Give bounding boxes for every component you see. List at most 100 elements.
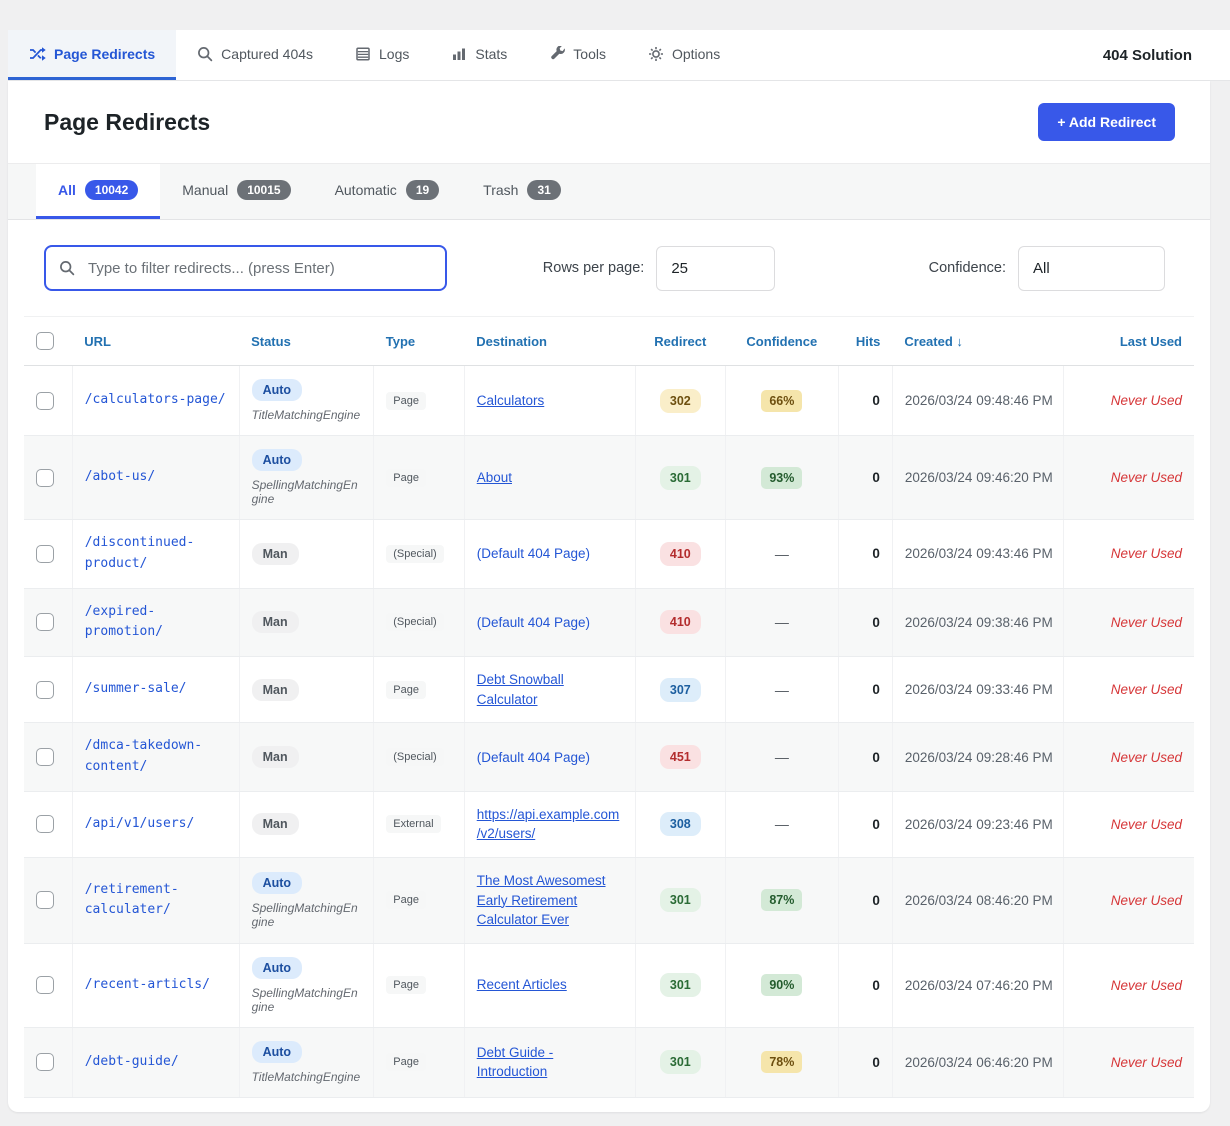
- type-badge: (Special): [386, 748, 443, 766]
- redirect-url-link[interactable]: /recent-articls/: [85, 977, 210, 992]
- url-cell: /calculators-page/: [72, 366, 239, 436]
- created-timestamp: 2026/03/24 09:46:20 PM: [905, 470, 1053, 485]
- add-redirect-button[interactable]: + Add Redirect: [1038, 103, 1175, 141]
- row-checkbox[interactable]: [36, 469, 54, 487]
- nav-tab-label: Stats: [475, 46, 507, 62]
- confidence-cell: 66%: [726, 366, 839, 436]
- created-timestamp: 2026/03/24 09:33:46 PM: [905, 682, 1053, 697]
- url-cell: /abot-us/: [72, 436, 239, 520]
- column-header-type[interactable]: Type: [374, 317, 464, 366]
- table-row: /api/v1/users/ManExternalhttps://api.exa…: [24, 791, 1194, 857]
- match-engine-label: SpellingMatchingEngine: [252, 478, 362, 506]
- confidence-empty: —: [775, 614, 789, 630]
- filter-tab-label: Trash: [483, 182, 518, 198]
- column-header-created[interactable]: Created ↓: [892, 317, 1063, 366]
- nav-tab-options[interactable]: Options: [627, 30, 741, 80]
- destination-cell: https://api.example.com/v2/users/: [464, 791, 635, 857]
- filter-tab-manual[interactable]: Manual10015: [160, 164, 312, 219]
- nav-tab-stats[interactable]: Stats: [430, 30, 528, 80]
- redirect-code-badge: 301: [660, 888, 701, 912]
- column-header-status[interactable]: Status: [239, 317, 374, 366]
- redirect-url-link[interactable]: /calculators-page/: [85, 392, 226, 407]
- created-cell: 2026/03/24 06:46:20 PM: [892, 1027, 1063, 1097]
- row-checkbox[interactable]: [36, 613, 54, 631]
- redirect-url-link[interactable]: /discontinued-product/: [85, 535, 195, 571]
- nav-tab-tools[interactable]: Tools: [528, 30, 627, 80]
- destination-link[interactable]: Debt Snowball Calculator: [477, 672, 564, 707]
- confidence-cell: —: [726, 657, 839, 723]
- table-body: /calculators-page/AutoTitleMatchingEngin…: [24, 366, 1194, 1098]
- row-checkbox-cell: [24, 943, 72, 1027]
- filter-tab-automatic[interactable]: Automatic19: [313, 164, 462, 219]
- nav-tab-page-redirects[interactable]: Page Redirects: [8, 30, 176, 80]
- nav-tab-logs[interactable]: Logs: [334, 30, 430, 80]
- column-header-redirect[interactable]: Redirect: [635, 317, 725, 366]
- filter-tab-trash[interactable]: Trash31: [461, 164, 583, 219]
- row-checkbox[interactable]: [36, 392, 54, 410]
- nav-tab-captured-404s[interactable]: Captured 404s: [176, 30, 334, 80]
- last-used-status: Never Used: [1111, 682, 1182, 697]
- last-used-status: Never Used: [1111, 393, 1182, 408]
- row-checkbox[interactable]: [36, 748, 54, 766]
- table-row: /abot-us/AutoSpellingMatchingEnginePageA…: [24, 436, 1194, 520]
- column-header-confidence[interactable]: Confidence: [726, 317, 839, 366]
- destination-link[interactable]: Calculators: [477, 393, 545, 408]
- row-checkbox[interactable]: [36, 891, 54, 909]
- redirect-url-link[interactable]: /debt-guide/: [85, 1054, 179, 1069]
- confidence-cell: —: [726, 588, 839, 657]
- redirect-url-link[interactable]: /retirement-calculater/: [85, 882, 179, 918]
- destination-link[interactable]: Debt Guide - Introduction: [477, 1045, 554, 1080]
- last-used-status: Never Used: [1111, 1055, 1182, 1070]
- last-used-status: Never Used: [1111, 750, 1182, 765]
- status-cell: AutoTitleMatchingEngine: [239, 366, 374, 436]
- column-header-destination[interactable]: Destination: [464, 317, 635, 366]
- column-header-hits[interactable]: Hits: [838, 317, 892, 366]
- row-checkbox[interactable]: [36, 815, 54, 833]
- row-checkbox[interactable]: [36, 545, 54, 563]
- status-badge: Man: [252, 679, 299, 701]
- table-row: /discontinued-product/Man(Special)(Defau…: [24, 520, 1194, 589]
- row-checkbox-cell: [24, 657, 72, 723]
- row-checkbox[interactable]: [36, 976, 54, 994]
- rows-per-page-input[interactable]: [656, 246, 775, 291]
- created-cell: 2026/03/24 09:33:46 PM: [892, 657, 1063, 723]
- select-all-checkbox[interactable]: [36, 332, 54, 350]
- redirect-url-link[interactable]: /dmca-takedown-content/: [85, 738, 202, 774]
- column-header-last-used[interactable]: Last Used: [1063, 317, 1194, 366]
- type-cell: (Special): [374, 723, 464, 792]
- created-timestamp: 2026/03/24 09:43:46 PM: [905, 546, 1053, 561]
- redirect-url-link[interactable]: /summer-sale/: [85, 681, 187, 696]
- rows-per-page-label: Rows per page:: [543, 260, 645, 276]
- redirect-url-link[interactable]: /abot-us/: [85, 469, 155, 484]
- destination-link[interactable]: About: [477, 470, 512, 485]
- confidence-select[interactable]: [1018, 246, 1165, 291]
- confidence-empty: —: [775, 546, 789, 562]
- confidence-filter-group: Confidence:: [929, 246, 1165, 291]
- table-row: /expired-promotion/Man(Special)(Default …: [24, 588, 1194, 657]
- redirect-code-cell: 301: [635, 943, 725, 1027]
- row-checkbox[interactable]: [36, 681, 54, 699]
- destination-link[interactable]: https://api.example.com/v2/users/: [477, 807, 620, 842]
- filter-tab-all[interactable]: All10042: [36, 164, 160, 219]
- last-used-cell: Never Used: [1063, 520, 1194, 589]
- filter-tab-label: Manual: [182, 182, 228, 198]
- match-engine-label: TitleMatchingEngine: [252, 1070, 362, 1084]
- created-timestamp: 2026/03/24 08:46:20 PM: [905, 893, 1053, 908]
- redirect-code-cell: 451: [635, 723, 725, 792]
- hits-value: 0: [872, 393, 880, 408]
- redirect-url-link[interactable]: /expired-promotion/: [85, 604, 163, 640]
- rows-per-page-group: Rows per page:: [543, 246, 776, 291]
- search-input[interactable]: [44, 245, 447, 291]
- destination-link[interactable]: The Most Awesomest Early Retirement Calc…: [477, 873, 606, 927]
- redirect-url-link[interactable]: /api/v1/users/: [85, 816, 195, 831]
- row-checkbox[interactable]: [36, 1053, 54, 1071]
- destination-link[interactable]: Recent Articles: [477, 977, 567, 992]
- hits-cell: 0: [838, 366, 892, 436]
- redirect-code-badge: 302: [660, 389, 701, 413]
- plugin-brand: 404 Solution: [1103, 30, 1230, 80]
- row-checkbox-cell: [24, 791, 72, 857]
- table-header-row: URLStatusTypeDestinationRedirectConfiden…: [24, 317, 1194, 366]
- column-header-url[interactable]: URL: [72, 317, 239, 366]
- row-checkbox-cell: [24, 1027, 72, 1097]
- row-checkbox-cell: [24, 520, 72, 589]
